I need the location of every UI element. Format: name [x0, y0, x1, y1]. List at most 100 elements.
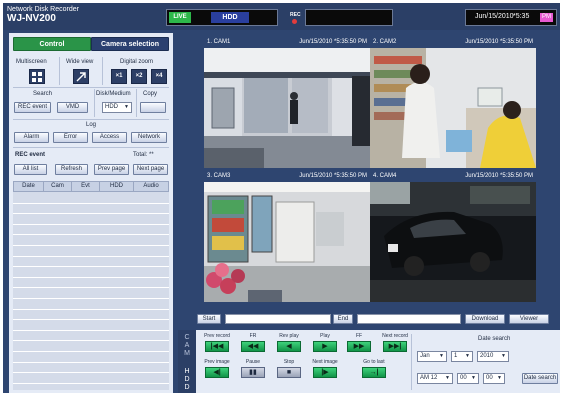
column-header-audio[interactable]: Audio — [134, 182, 168, 191]
log-access-button[interactable]: Access — [92, 132, 127, 143]
go-to-last-label: Go to last — [363, 359, 385, 365]
live-badge[interactable]: LIVE — [169, 12, 191, 23]
model-name: WJ-NV200 — [7, 13, 56, 24]
next-page-button[interactable]: Next page — [133, 164, 168, 175]
multiscreen-button[interactable] — [29, 69, 45, 84]
camera-view-3[interactable]: 3. CAM3 Jun/15/2010 *5:35:50 PM — [204, 171, 370, 302]
header-date: Jun/15/2010 — [475, 13, 514, 20]
log-alarm-button[interactable]: Alarm — [14, 132, 49, 143]
minute-value: 00 — [460, 375, 467, 381]
reverse-play-button[interactable]: ◀ — [277, 341, 301, 352]
camera-timestamp: Jun/15/2010 *5:35:50 PM — [299, 39, 367, 45]
digital-zoom-label: Digital zoom — [120, 59, 154, 65]
log-error-button[interactable]: Error — [53, 132, 88, 143]
expand-icon — [76, 72, 86, 82]
year-select[interactable]: 2010 ▼ — [477, 351, 509, 362]
prev-image-label: Prev image — [204, 359, 230, 365]
zoom-x4-button[interactable]: ×4 — [151, 69, 167, 84]
camera-3-image — [204, 182, 370, 302]
table-row-divider — [13, 298, 169, 299]
prev-image-button[interactable]: ◀| — [205, 367, 229, 378]
search-label: Search — [33, 91, 53, 97]
next-image-button[interactable]: |▶ — [313, 367, 337, 378]
start-button[interactable]: Start — [197, 314, 221, 324]
disk-medium-select[interactable]: HDD ▼ — [102, 102, 132, 113]
table-row-divider — [13, 266, 169, 268]
prev-record-button[interactable]: |◀◀ — [205, 341, 229, 352]
column-header-hdd[interactable]: HDD — [100, 182, 134, 191]
fast-reverse-button[interactable]: ◀◀ — [241, 341, 265, 352]
stop-button[interactable]: ■ — [277, 367, 301, 378]
app-line: Network Disk Recorder — [7, 6, 79, 13]
date-search-button[interactable]: Date search — [522, 373, 558, 384]
end-time-field[interactable] — [357, 314, 461, 324]
play-icon: ▶ — [322, 343, 328, 350]
multiscreen-label: Multiscreen — [16, 59, 47, 65]
top-bar: Network Disk Recorder WJ-NV200 LIVE HDD … — [3, 3, 560, 30]
table-row-divider — [13, 287, 169, 289]
column-header-date[interactable]: Date — [14, 182, 44, 191]
step-back-icon: ◀| — [213, 369, 221, 376]
side-tab-hdd[interactable]: HDD — [181, 368, 193, 392]
side-tab-cam-label: CAM — [184, 334, 190, 357]
start-time-field[interactable] — [225, 314, 331, 324]
zoom-x1-button[interactable]: ×1 — [111, 69, 127, 84]
second-select[interactable]: 00 ▼ — [483, 373, 505, 384]
all-list-button[interactable]: All list — [14, 164, 47, 175]
rec-event-total: Total: ** — [133, 152, 154, 158]
end-button[interactable]: End — [333, 314, 353, 324]
table-row-divider — [13, 255, 169, 257]
camera-header: 2. CAM2 Jun/15/2010 *5:35:50 PM — [370, 37, 536, 47]
zoom-x2-button[interactable]: ×2 — [131, 69, 147, 84]
table-row-divider — [13, 202, 169, 204]
app-window: Network Disk Recorder WJ-NV200 LIVE HDD … — [3, 3, 560, 393]
column-header-cam[interactable]: Cam — [44, 182, 72, 191]
log-network-button[interactable]: Network — [131, 132, 167, 143]
camera-view-1[interactable]: 1. CAM1 Jun/15/2010 *5:35:50 PM — [204, 37, 370, 168]
day-select[interactable]: 1 ▼ — [451, 351, 473, 362]
pause-button[interactable]: ▮▮ — [241, 367, 265, 378]
divider — [411, 334, 412, 390]
download-button[interactable]: Download — [465, 314, 505, 324]
month-select[interactable]: Jan ▼ — [417, 351, 447, 362]
fr-label: FR — [249, 333, 257, 339]
chevron-down-icon: ▼ — [439, 353, 444, 359]
hour-select[interactable]: AM 12 ▼ — [417, 373, 453, 384]
rec-event-search-button[interactable]: REC event — [14, 102, 51, 113]
side-tab-cam[interactable]: CAM — [181, 334, 193, 358]
minute-select[interactable]: 00 ▼ — [457, 373, 479, 384]
tab-control[interactable]: Control — [13, 37, 91, 51]
next-record-button[interactable]: ▶▶| — [383, 341, 407, 352]
table-row-divider — [13, 382, 169, 384]
camera-view-2[interactable]: 2. CAM2 Jun/15/2010 *5:35:50 PM — [370, 37, 536, 168]
prev-page-button[interactable]: Prev page — [94, 164, 129, 175]
vmd-search-button[interactable]: VMD — [57, 102, 88, 113]
go-to-last-button[interactable]: →| — [362, 367, 386, 378]
fast-forward-button[interactable]: ▶▶ — [347, 341, 371, 352]
refresh-button[interactable]: Refresh — [55, 164, 88, 175]
stop-icon: ■ — [286, 369, 292, 376]
wide-view-button[interactable] — [73, 69, 89, 84]
rev-play-label: Rev play — [279, 333, 299, 339]
camera-view-4[interactable]: 4. CAM4 Jun/15/2010 *5:35:50 PM — [370, 171, 536, 302]
hdd-badge[interactable]: HDD — [211, 12, 249, 23]
column-header-evt[interactable]: Evt — [72, 182, 100, 191]
time-range-bar: Start End Download Viewer — [197, 314, 552, 326]
pm-badge: PM — [540, 13, 553, 22]
camera-header: 3. CAM3 Jun/15/2010 *5:35:50 PM — [204, 171, 370, 181]
chevron-down-icon: ▼ — [465, 353, 470, 359]
table-row-divider — [13, 245, 169, 246]
header-time: *5:35 — [513, 13, 530, 20]
skip-back-icon: |◀◀ — [210, 343, 224, 350]
brand: Network Disk Recorder WJ-NV200 — [7, 6, 79, 24]
copy-button[interactable] — [140, 102, 166, 113]
month-value: Jan — [420, 353, 430, 359]
viewer-button[interactable]: Viewer — [509, 314, 549, 324]
tab-camera-selection[interactable]: Camera selection — [91, 37, 169, 51]
fast-forward-icon: ▶▶ — [353, 343, 365, 350]
play-button[interactable]: ▶ — [313, 341, 337, 352]
divider — [13, 119, 169, 120]
table-row-divider — [13, 223, 169, 225]
go-to-last-icon: →| — [369, 369, 379, 376]
camera-name: 2. CAM2 — [373, 39, 397, 45]
